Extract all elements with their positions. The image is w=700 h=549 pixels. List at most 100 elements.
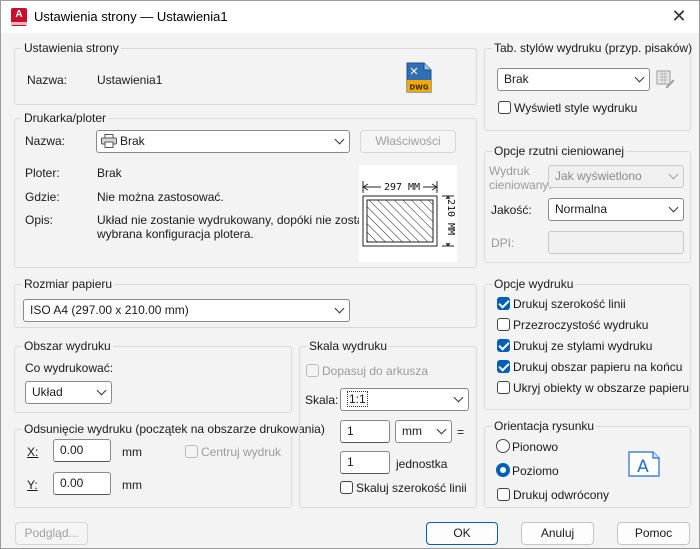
landscape-orientation-icon: A: [628, 451, 660, 477]
offset-x-label: X:: [27, 445, 39, 459]
quality-label: Jakość:: [491, 203, 532, 217]
plot-style-table-select[interactable]: Brak: [497, 68, 650, 91]
chevron-down-icon: [96, 385, 107, 396]
display-plot-styles-checkbox[interactable]: [498, 101, 511, 114]
portrait-radio[interactable]: [496, 439, 510, 453]
close-icon[interactable]: ✕: [667, 5, 691, 29]
chevron-down-icon: [334, 303, 345, 314]
scale-value2-input[interactable]: 1: [340, 451, 390, 474]
autocad-app-icon: A: [11, 8, 27, 26]
fit-to-paper-label: Dopasuj do arkusza: [322, 364, 429, 378]
scale-unit2-label: jednostka: [396, 457, 448, 471]
scale-value: 1:1: [347, 391, 368, 407]
plot-option-checkbox[interactable]: [497, 381, 510, 394]
shaded-viewport-legend: Opcje rzutni cieniowanej: [492, 144, 627, 158]
properties-button[interactable]: Właściwości: [360, 130, 456, 153]
printer-name-value: Brak: [120, 134, 145, 148]
plot-options-group: Opcje wydruku Drukuj szerokość linii Prze…: [484, 277, 691, 410]
dpi-input[interactable]: [548, 231, 684, 254]
cancel-button[interactable]: Anuluj: [521, 522, 594, 545]
fit-to-paper-checkbox[interactable]: [306, 364, 319, 377]
display-plot-styles-label: Wyświetl style wydruku: [514, 101, 638, 115]
preview-height-label: 210 MM: [445, 199, 456, 235]
preview-button[interactable]: Podgląd...: [15, 522, 88, 545]
chevron-down-icon: [668, 202, 679, 213]
equals-sign: =: [457, 425, 465, 439]
offset-y-input[interactable]: 0.00: [53, 472, 111, 495]
page-setup-group: Ustawienia strony Nazwa: Ustawienia1 DWG: [14, 41, 477, 105]
paper-preview: 297 MM 210 MM: [359, 165, 457, 262]
chevron-down-icon: [634, 72, 645, 83]
offset-y-unit: mm: [122, 478, 142, 492]
plot-option-checkbox[interactable]: [497, 297, 510, 310]
chevron-down-icon: [436, 424, 447, 435]
landscape-label: Poziomo: [512, 464, 559, 478]
plot-option-label: Drukuj szerokość linii: [513, 297, 626, 311]
scale-unit-value: mm: [402, 424, 422, 438]
plot-option-checkbox[interactable]: [497, 339, 510, 352]
plot-scale-legend: Skala wydruku: [307, 339, 390, 353]
paper-size-legend: Rozmiar papieru: [22, 277, 115, 291]
quality-select[interactable]: Normalna: [548, 198, 684, 221]
plot-option-label: Drukuj obszar papieru na końcu: [513, 360, 683, 374]
dpi-label: DPI:: [491, 236, 515, 250]
edit-plot-style-icon[interactable]: [656, 70, 675, 89]
plot-style-table-value: Brak: [504, 72, 529, 86]
page-setup-name-label: Nazwa:: [27, 73, 68, 87]
description-line-2: wybrana konfiguracja plotera.: [97, 227, 254, 241]
scale-label: Skala:: [305, 393, 339, 407]
plot-offset-group: Odsunięcie wydruku (początek na obszarze…: [14, 422, 327, 508]
chevron-down-icon: [453, 392, 464, 403]
scale-select[interactable]: 1:1: [340, 388, 469, 411]
plot-offset-legend: Odsunięcie wydruku (początek na obszarze…: [22, 422, 327, 436]
description-line-1: Układ nie zostanie wydrukowany, dopóki n…: [97, 213, 380, 227]
plot-option-label: Drukuj ze stylami wydruku: [513, 339, 653, 353]
chevron-down-icon: [334, 134, 345, 145]
dwg-file-icon: DWG: [406, 62, 432, 93]
scale-lineweights-checkbox[interactable]: [340, 481, 353, 494]
page-setup-legend: Ustawienia strony: [22, 41, 121, 55]
offset-x-unit: mm: [122, 445, 142, 459]
paper-size-select[interactable]: ISO A4 (297.00 x 210.00 mm): [23, 299, 350, 322]
plot-style-table-group: Tab. stylów wydruku (przyp. pisaków) Bra…: [484, 41, 695, 131]
where-value: Nie można zastosować.: [97, 190, 224, 204]
printer-group: Drukarka/ploter Nazwa: Brak Właściwości …: [14, 111, 477, 268]
scale-unit-select[interactable]: mm: [395, 420, 452, 443]
plot-scale-group: Skala wydruku Dopasuj do arkusza Skala: …: [299, 339, 477, 508]
plotter-value: Brak: [97, 166, 122, 180]
shade-plot-label-2: cieniowany:: [489, 178, 552, 192]
plot-option-label: Przezroczystość wydruku: [513, 318, 649, 332]
plot-option-checkbox[interactable]: [497, 318, 510, 331]
plot-upside-down-checkbox[interactable]: [497, 488, 510, 501]
offset-y-label: Y:: [27, 478, 38, 492]
description-label: Opis:: [25, 213, 54, 227]
scale-value1-input[interactable]: 1: [340, 420, 390, 443]
orientation-legend: Orientacja rysunku: [492, 419, 597, 433]
help-button[interactable]: Pomoc: [617, 522, 690, 545]
what-to-plot-select[interactable]: Układ: [25, 381, 112, 404]
plot-area-group: Obszar wydruku Co wydrukować: Układ: [14, 339, 292, 413]
plotter-label: Ploter:: [25, 166, 60, 180]
landscape-radio[interactable]: [496, 463, 510, 477]
paper-size-value: ISO A4 (297.00 x 210.00 mm): [30, 303, 189, 317]
plot-style-table-legend: Tab. stylów wydruku (przyp. pisaków): [492, 41, 695, 55]
shade-plot-value: Jak wyświetlono: [555, 169, 642, 183]
printer-name-select[interactable]: Brak: [96, 130, 350, 153]
preview-width-label: 297 MM: [384, 182, 420, 193]
window-title: Ustawienia strony — Ustawienia1: [34, 9, 228, 24]
orientation-icon-letter: A: [637, 457, 649, 477]
orientation-group: Orientacja rysunku Pionowo Poziomo Druku…: [484, 419, 691, 508]
printer-icon: [101, 134, 117, 148]
dwg-label: DWG: [409, 84, 429, 92]
center-plot-checkbox[interactable]: [185, 445, 198, 458]
plot-upside-down-label: Drukuj odwrócony: [513, 488, 610, 502]
plot-option-label: Ukryj obiekty w obszarze papieru: [513, 381, 690, 395]
plot-option-checkbox[interactable]: [497, 360, 510, 373]
title-bar: A Ustawienia strony — Ustawienia1 ✕: [1, 1, 699, 33]
where-label: Gdzie:: [25, 190, 60, 204]
shade-plot-label-1: Wydruk: [489, 164, 530, 178]
portrait-label: Pionowo: [512, 440, 559, 454]
offset-x-input[interactable]: 0.00: [53, 439, 111, 462]
shade-plot-select[interactable]: Jak wyświetlono: [548, 165, 684, 188]
ok-button[interactable]: OK: [426, 522, 498, 545]
